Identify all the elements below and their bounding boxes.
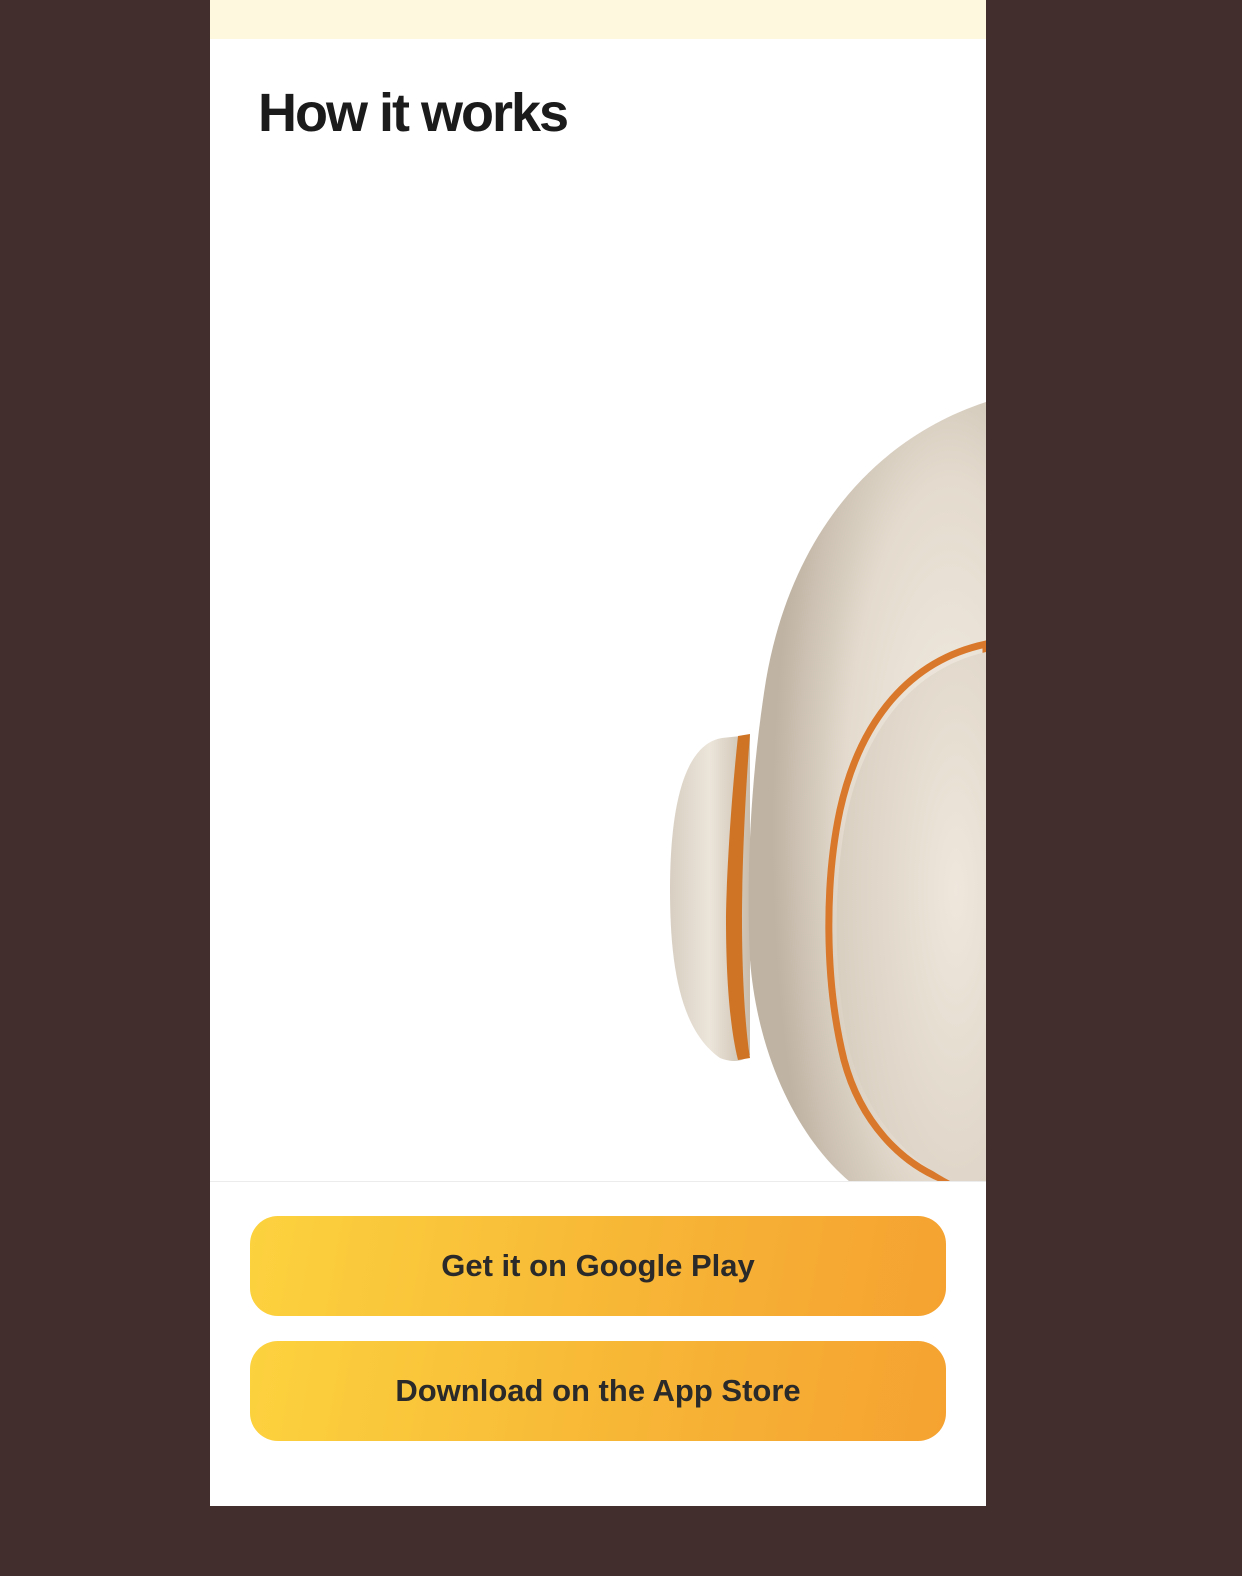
top-banner-strip (210, 0, 986, 39)
section-title: How it works (258, 83, 569, 143)
page-card: How it works Get it on Google Play Downl… (210, 0, 986, 1506)
google-play-button[interactable]: Get it on Google Play (250, 1216, 946, 1316)
section-divider (210, 1181, 986, 1182)
product-image (210, 160, 986, 1182)
app-store-button[interactable]: Download on the App Store (250, 1341, 946, 1441)
device-illustration (670, 402, 986, 1182)
